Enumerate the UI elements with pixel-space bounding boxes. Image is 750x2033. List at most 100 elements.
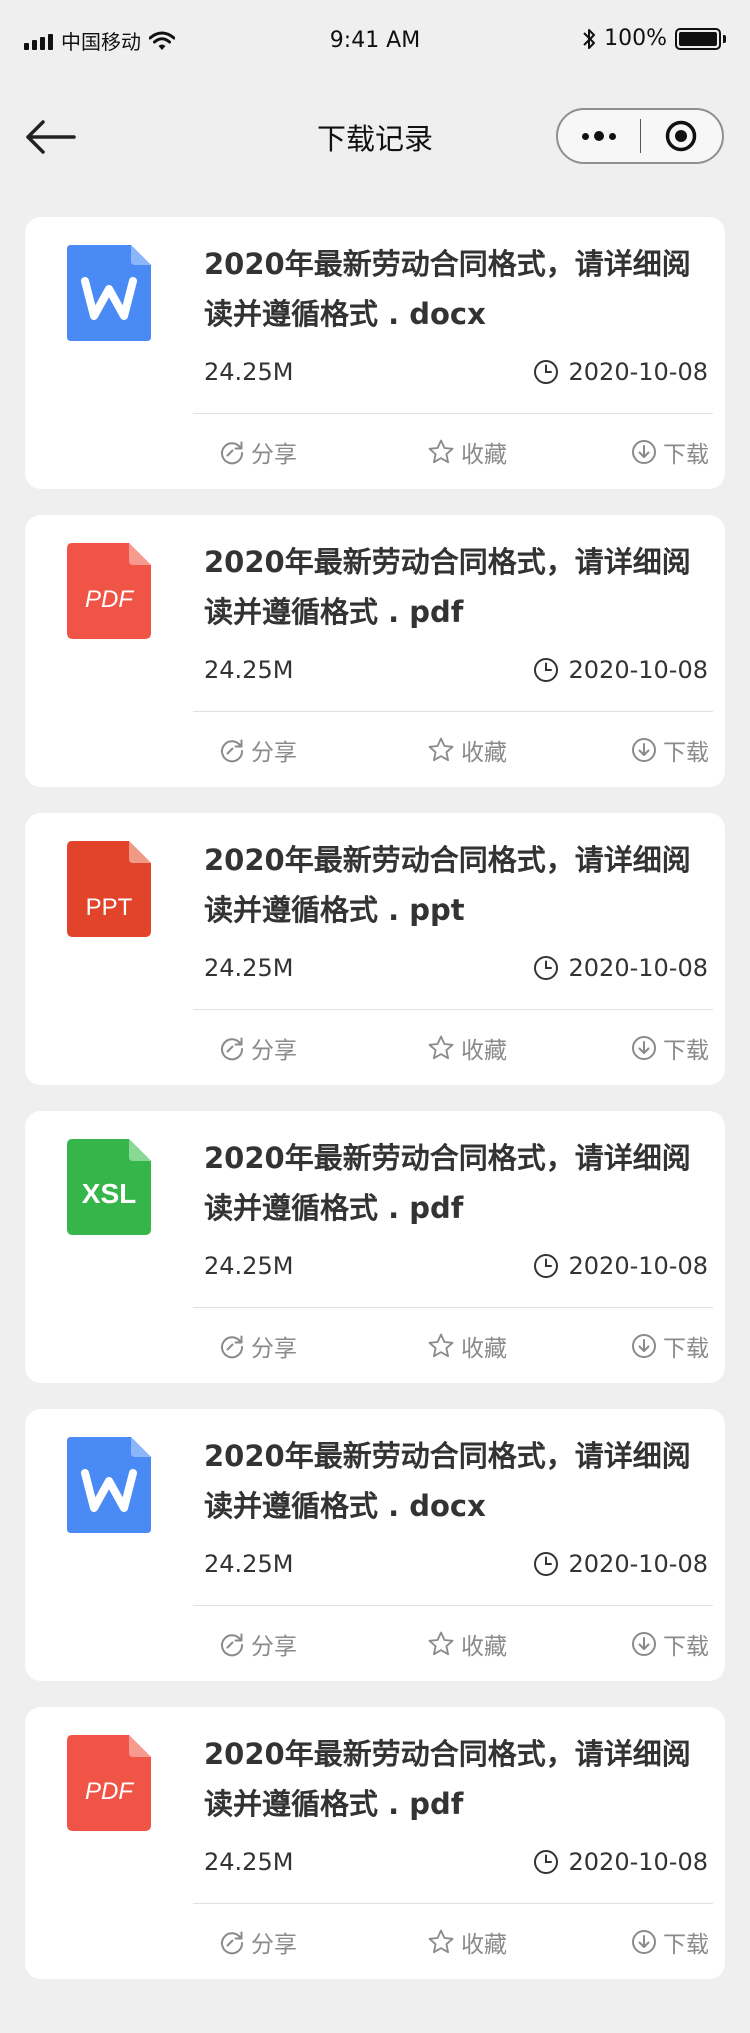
card-actions: 分享 收藏 下载: [193, 733, 713, 769]
favorite-button[interactable]: 收藏: [427, 1925, 507, 1959]
battery-icon: [675, 27, 726, 50]
favorite-button[interactable]: 收藏: [427, 1031, 507, 1065]
file-size: 24.25M: [204, 1848, 294, 1876]
download-label: 下载: [663, 740, 709, 766]
menu-capsule: [556, 108, 724, 164]
star-icon: [428, 1035, 454, 1060]
download-card-3[interactable]: PPT 2020年最新劳动合同格式，请详细阅读并遵循格式 . ppt 24.25…: [25, 813, 725, 1085]
download-icon: [632, 1036, 656, 1060]
favorite-label: 收藏: [461, 1634, 507, 1660]
file-type-label: PDF: [85, 586, 134, 613]
download-label: 下载: [663, 1634, 709, 1660]
share-label: 分享: [251, 1932, 297, 1958]
file-meta: 24.25M 2020-10-08: [204, 357, 708, 387]
card-divider: [193, 1009, 713, 1010]
file-title: 2020年最新劳动合同格式，请详细阅读并遵循格式 . ppt: [204, 843, 691, 927]
download-button[interactable]: 下载: [631, 1031, 709, 1065]
share-button[interactable]: 分享: [219, 435, 297, 469]
download-label: 下载: [663, 1932, 709, 1958]
nav-bar: 下载记录: [0, 84, 750, 188]
star-icon: [428, 1631, 454, 1656]
download-card-1[interactable]: 2020年最新劳动合同格式，请详细阅读并遵循格式 . docx 24.25M 2…: [25, 217, 725, 489]
card-divider: [193, 1903, 713, 1904]
card-divider: [193, 413, 713, 414]
share-label: 分享: [251, 1634, 297, 1660]
file-date-group: 2020-10-08: [533, 358, 708, 386]
favorite-label: 收藏: [461, 740, 507, 766]
file-title: 2020年最新劳动合同格式，请详细阅读并遵循格式 . pdf: [204, 1141, 691, 1225]
card-divider: [193, 1605, 713, 1606]
bluetooth-icon: [583, 28, 596, 49]
share-button[interactable]: 分享: [219, 1031, 297, 1065]
word-file-icon: [67, 245, 151, 341]
share-icon: [221, 1037, 244, 1061]
more-button[interactable]: [558, 110, 640, 162]
file-title: 2020年最新劳动合同格式，请详细阅读并遵循格式 . pdf: [204, 545, 691, 629]
close-miniprogram-button[interactable]: [641, 110, 723, 162]
download-icon: [632, 440, 656, 464]
favorite-button[interactable]: 收藏: [427, 733, 507, 767]
pdf-file-icon: PDF: [67, 543, 151, 639]
file-date-group: 2020-10-08: [533, 954, 708, 982]
card-actions: 分享 收藏 下载: [193, 1925, 713, 1961]
clock-icon: [533, 1552, 558, 1576]
download-icon: [632, 1930, 656, 1954]
share-button[interactable]: 分享: [219, 1627, 297, 1661]
card-actions: 分享 收藏 下载: [193, 435, 713, 471]
download-button[interactable]: 下载: [631, 733, 709, 767]
file-date: 2020-10-08: [568, 1550, 708, 1578]
file-size: 24.25M: [204, 656, 294, 684]
clock-icon: [533, 1254, 558, 1278]
file-size: 24.25M: [204, 1550, 294, 1578]
card-actions: 分享 收藏 下载: [193, 1627, 713, 1663]
download-button[interactable]: 下载: [631, 1627, 709, 1661]
share-label: 分享: [251, 1038, 297, 1064]
file-date: 2020-10-08: [568, 1252, 708, 1280]
favorite-button[interactable]: 收藏: [427, 435, 507, 469]
file-date-group: 2020-10-08: [533, 1252, 708, 1280]
download-icon: [632, 1334, 656, 1358]
card-divider: [193, 711, 713, 712]
share-icon: [221, 739, 244, 763]
download-button[interactable]: 下载: [631, 435, 709, 469]
download-card-4[interactable]: XSL 2020年最新劳动合同格式，请详细阅读并遵循格式 . pdf 24.25…: [25, 1111, 725, 1383]
file-meta: 24.25M 2020-10-08: [204, 1251, 708, 1281]
clock-icon: [533, 956, 558, 980]
download-label: 下载: [663, 1336, 709, 1362]
clock-icon: [533, 360, 558, 384]
file-date: 2020-10-08: [568, 656, 708, 684]
clock-icon: [533, 1850, 558, 1874]
download-button[interactable]: 下载: [631, 1329, 709, 1363]
download-icon: [632, 738, 656, 762]
favorite-button[interactable]: 收藏: [427, 1329, 507, 1363]
file-meta: 24.25M 2020-10-08: [204, 953, 708, 983]
word-file-icon: [67, 1437, 151, 1533]
file-meta: 24.25M 2020-10-08: [204, 655, 708, 685]
share-label: 分享: [251, 1336, 297, 1362]
pdf-file-icon: PDF: [67, 1735, 151, 1831]
clock-icon: [533, 658, 558, 682]
download-card-5[interactable]: 2020年最新劳动合同格式，请详细阅读并遵循格式 . docx 24.25M 2…: [25, 1409, 725, 1681]
share-button[interactable]: 分享: [219, 1925, 297, 1959]
download-card-2[interactable]: PDF 2020年最新劳动合同格式，请详细阅读并遵循格式 . pdf 24.25…: [25, 515, 725, 787]
share-button[interactable]: 分享: [219, 1329, 297, 1363]
share-label: 分享: [251, 740, 297, 766]
target-icon: [666, 120, 697, 152]
file-date: 2020-10-08: [568, 954, 708, 982]
xsl-file-icon: XSL: [67, 1139, 151, 1235]
file-size: 24.25M: [204, 954, 294, 982]
favorite-label: 收藏: [461, 1932, 507, 1958]
file-size: 24.25M: [204, 358, 294, 386]
ppt-file-icon: PPT: [67, 841, 151, 937]
file-title: 2020年最新劳动合同格式，请详细阅读并遵循格式 . docx: [204, 1439, 691, 1523]
favorite-button[interactable]: 收藏: [427, 1627, 507, 1661]
share-icon: [221, 441, 244, 465]
download-list: 2020年最新劳动合同格式，请详细阅读并遵循格式 . docx 24.25M 2…: [25, 217, 725, 2005]
file-size: 24.25M: [204, 1252, 294, 1280]
download-button[interactable]: 下载: [631, 1925, 709, 1959]
card-actions: 分享 收藏 下载: [193, 1031, 713, 1067]
card-divider: [193, 1307, 713, 1308]
share-button[interactable]: 分享: [219, 733, 297, 767]
download-card-6[interactable]: PDF 2020年最新劳动合同格式，请详细阅读并遵循格式 . pdf 24.25…: [25, 1707, 725, 1979]
file-date: 2020-10-08: [568, 1848, 708, 1876]
